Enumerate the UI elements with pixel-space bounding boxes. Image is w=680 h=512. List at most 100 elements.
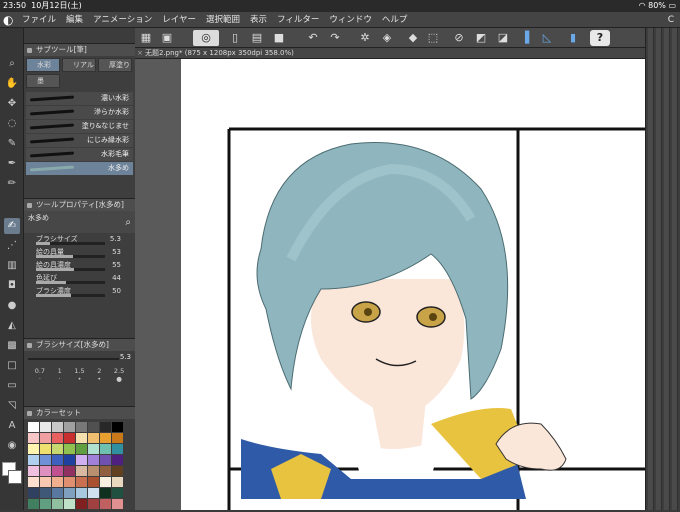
color-swatch[interactable] bbox=[88, 499, 99, 509]
move-icon[interactable]: ✥ bbox=[4, 96, 20, 112]
dock-strip[interactable] bbox=[672, 28, 678, 510]
color-swatch[interactable] bbox=[64, 422, 75, 432]
dock-strip[interactable] bbox=[648, 28, 654, 510]
size-option[interactable]: 2 bbox=[89, 367, 109, 375]
color-swatch[interactable] bbox=[76, 499, 87, 509]
color-swatch[interactable] bbox=[100, 444, 111, 454]
sub-color-swatch[interactable] bbox=[8, 470, 22, 484]
new-canvas-icon[interactable]: ▣ bbox=[159, 30, 175, 46]
color-swatch[interactable] bbox=[64, 466, 75, 476]
color-swatch[interactable] bbox=[52, 433, 63, 443]
pencil-icon[interactable]: ✏ bbox=[4, 176, 20, 192]
color-swatch[interactable] bbox=[76, 477, 87, 487]
fill-tool-icon[interactable]: ◭ bbox=[4, 318, 20, 334]
color-swatch[interactable] bbox=[64, 499, 75, 509]
pen-pressure-icon[interactable]: ▮ bbox=[565, 30, 581, 46]
clip-studio-button[interactable]: C bbox=[668, 12, 674, 28]
color-swatch[interactable] bbox=[88, 422, 99, 432]
subtool-tab-ink[interactable]: 墨 bbox=[26, 74, 60, 88]
color-swatch[interactable] bbox=[64, 488, 75, 498]
brush-item-selected[interactable]: 水多め bbox=[26, 162, 133, 175]
subtool-tab-watercolor[interactable]: 水彩 bbox=[26, 58, 60, 72]
dock-strip[interactable] bbox=[664, 28, 670, 510]
color-swatch[interactable] bbox=[40, 444, 51, 454]
color-swatch[interactable] bbox=[88, 455, 99, 465]
size-option[interactable]: 1 bbox=[50, 367, 70, 375]
color-swatch[interactable] bbox=[112, 444, 123, 454]
color-swatch[interactable] bbox=[88, 466, 99, 476]
clear-icon[interactable]: ✲ bbox=[357, 30, 373, 46]
snap-special-ruler-icon[interactable]: ◺ bbox=[539, 30, 555, 46]
select-all-icon[interactable]: ◪ bbox=[495, 30, 511, 46]
color-swatch[interactable] bbox=[52, 455, 63, 465]
color-swatch[interactable] bbox=[76, 455, 87, 465]
color-swatch[interactable] bbox=[52, 422, 63, 432]
color-swatch[interactable] bbox=[64, 444, 75, 454]
size-dot[interactable]: ● bbox=[109, 375, 129, 383]
menu-select[interactable]: 選択範囲 bbox=[206, 12, 240, 28]
color-swatch[interactable] bbox=[64, 477, 75, 487]
help-button[interactable]: ? bbox=[590, 30, 610, 46]
blend-icon[interactable]: ● bbox=[4, 298, 20, 314]
eyedropper-icon[interactable]: ✎ bbox=[4, 136, 20, 152]
menu-filter[interactable]: フィルター bbox=[277, 12, 319, 28]
color-swatch[interactable] bbox=[100, 499, 111, 509]
frame-icon[interactable]: ▭ bbox=[4, 378, 20, 394]
brush-size-slider[interactable]: 5.3 bbox=[24, 351, 135, 365]
transform-icon[interactable]: ⬚ bbox=[425, 30, 441, 46]
color-swatch[interactable] bbox=[28, 499, 39, 509]
color-swatch[interactable] bbox=[112, 499, 123, 509]
prop-paint-density[interactable]: 絵の具濃度 55 bbox=[24, 259, 135, 272]
save-icon[interactable]: ■ bbox=[271, 30, 287, 46]
color-swatch[interactable] bbox=[112, 455, 123, 465]
menu-window[interactable]: ウィンドウ bbox=[329, 12, 372, 28]
menu-help[interactable]: ヘルプ bbox=[382, 12, 408, 28]
color-swatch[interactable] bbox=[28, 455, 39, 465]
menu-file[interactable]: ファイル bbox=[22, 12, 56, 28]
color-swatch[interactable] bbox=[52, 488, 63, 498]
color-swatch[interactable] bbox=[40, 466, 51, 476]
gradient-icon[interactable]: ▩ bbox=[4, 338, 20, 354]
hand-icon[interactable]: ✋ bbox=[4, 76, 20, 92]
figure-icon[interactable]: □ bbox=[4, 358, 20, 374]
color-swatch[interactable] bbox=[100, 466, 111, 476]
invert-selection-icon[interactable]: ◩ bbox=[473, 30, 489, 46]
color-swatch[interactable] bbox=[76, 488, 87, 498]
color-swatch[interactable] bbox=[76, 433, 87, 443]
undo-icon[interactable]: ↶ bbox=[305, 30, 321, 46]
size-option[interactable]: 2.5 bbox=[109, 367, 129, 375]
brush-item[interactable]: にじみ縁水彩 bbox=[26, 134, 133, 147]
zoom-icon[interactable]: ⌕ bbox=[4, 56, 20, 72]
color-swatch[interactable] bbox=[28, 433, 39, 443]
color-swatch[interactable] bbox=[52, 499, 63, 509]
brush-item[interactable]: 滲らか水彩 bbox=[26, 106, 133, 119]
color-swatch[interactable] bbox=[40, 422, 51, 432]
subtool-tab-real[interactable]: リアル bbox=[62, 58, 96, 72]
color-swatch[interactable] bbox=[40, 455, 51, 465]
brush-item[interactable]: 濃い水彩 bbox=[26, 92, 133, 105]
deselect-icon[interactable]: ⊘ bbox=[451, 30, 467, 46]
color-swatch[interactable] bbox=[28, 422, 39, 432]
color-swatch[interactable] bbox=[112, 433, 123, 443]
pen-icon[interactable]: ✒ bbox=[4, 156, 20, 172]
prop-brush-size[interactable]: ブラシサイズ 5.3 bbox=[24, 233, 135, 246]
prop-brush-density[interactable]: ブラシ濃度 50 bbox=[24, 285, 135, 298]
menu-animation[interactable]: アニメーション bbox=[93, 12, 152, 28]
color-swatch[interactable] bbox=[76, 422, 87, 432]
size-dot[interactable]: · bbox=[50, 375, 70, 383]
ruler-icon[interactable]: ◹ bbox=[4, 398, 20, 414]
canvas-tab[interactable]: × 无题2.png* (875 x 1208px 350dpi 358.0%) bbox=[135, 48, 645, 59]
subtool-tab-thick[interactable]: 厚塗り bbox=[98, 58, 132, 72]
decoration-icon[interactable]: ▥ bbox=[4, 258, 20, 274]
color-swatch[interactable] bbox=[88, 444, 99, 454]
brush-item[interactable]: 水彩毛筆 bbox=[26, 148, 133, 161]
color-swatch[interactable] bbox=[64, 433, 75, 443]
size-dot[interactable]: • bbox=[70, 375, 90, 383]
search-icon[interactable]: ⌕ bbox=[125, 217, 131, 228]
drawing-canvas[interactable] bbox=[181, 59, 645, 510]
text-icon[interactable]: A bbox=[4, 418, 20, 434]
prop-color-stretch[interactable]: 色延び 44 bbox=[24, 272, 135, 285]
menu-view[interactable]: 表示 bbox=[250, 12, 267, 28]
color-swatch[interactable] bbox=[40, 433, 51, 443]
color-swatch[interactable] bbox=[64, 455, 75, 465]
